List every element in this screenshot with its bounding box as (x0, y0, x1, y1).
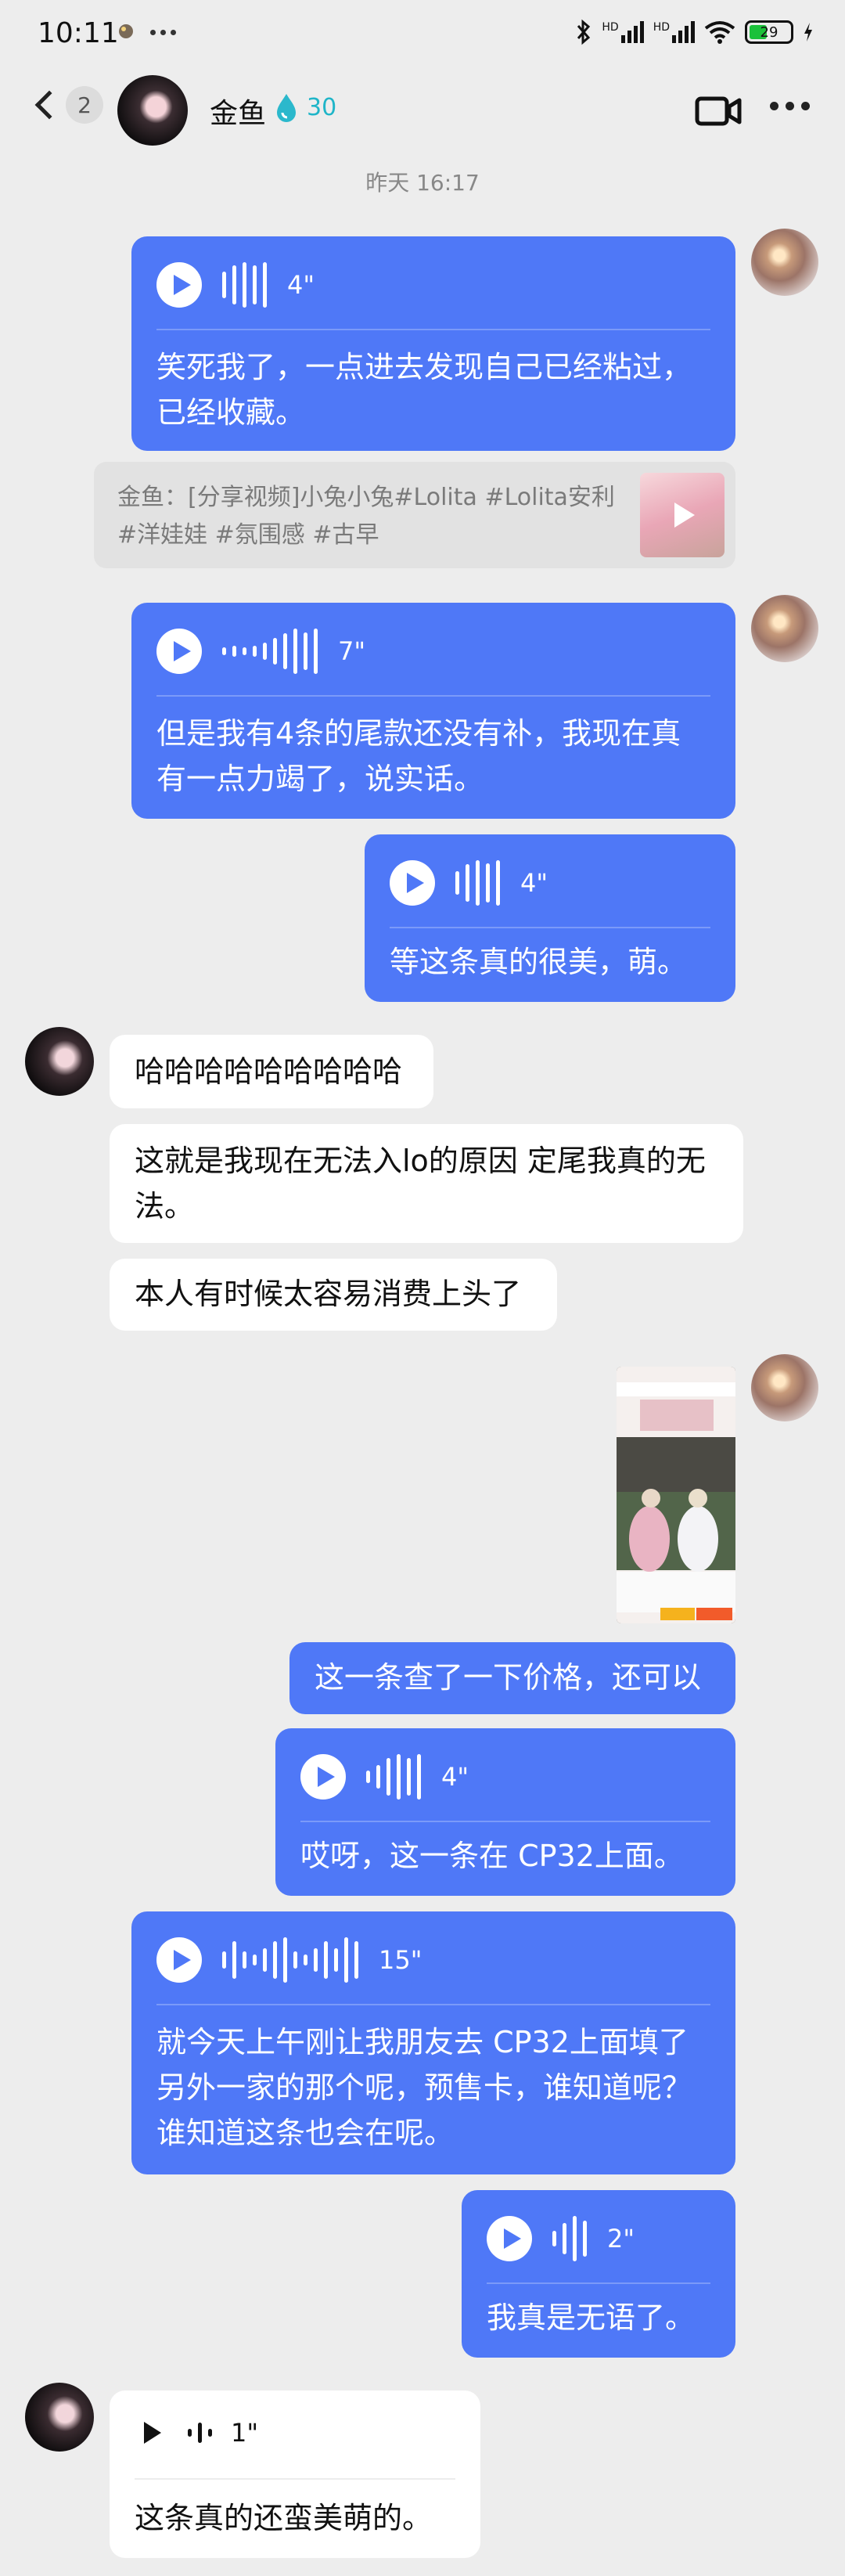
text-message-bubble[interactable]: 哈哈哈哈哈哈哈哈哈 (110, 1035, 433, 1108)
play-icon[interactable] (135, 2416, 169, 2450)
voice-duration: 1" (231, 2418, 259, 2448)
bluetooth-icon (577, 19, 591, 45)
voice-duration: 15" (379, 1945, 422, 1975)
text-message-bubble[interactable]: 这就是我现在无法入lo的原因 定尾我真的无法。 (110, 1124, 743, 1243)
my-avatar[interactable] (751, 1354, 818, 1421)
contact-name[interactable]: 金鱼 (210, 91, 266, 132)
play-icon[interactable] (156, 629, 202, 674)
status-icons: HD HD 29 (575, 19, 814, 45)
play-icon[interactable] (156, 262, 202, 308)
more-dots-icon (150, 30, 176, 35)
voice-transcript: 哎呀，这一条在 CP32上面。 (300, 1839, 684, 1873)
play-icon[interactable] (300, 1754, 346, 1800)
voice-duration: 7" (338, 636, 366, 666)
back-chevron-icon (34, 90, 64, 120)
hd-signal-icon: HD (653, 21, 695, 43)
my-avatar[interactable] (751, 229, 818, 296)
voice-message-bubble[interactable]: 4" 等这条真的很美，萌。 (365, 834, 735, 1002)
voice-transcript: 这条真的还蛮美萌的。 (135, 2501, 433, 2535)
quoted-share-card[interactable]: 金鱼：[分享视频]小兔小兔#Lolita #Lolita安利 #洋娃娃 #氛围感… (94, 462, 735, 568)
hd-signal-icon: HD (602, 21, 644, 43)
wifi-icon (704, 21, 735, 44)
status-time: 10:11 (38, 17, 119, 49)
video-thumbnail[interactable] (640, 473, 725, 557)
voice-waveform (455, 858, 500, 908)
text-message-bubble[interactable]: 本人有时候太容易消费上头了 (110, 1259, 557, 1331)
voice-duration: 4" (287, 270, 315, 300)
quote-text: 金鱼：[分享视频]小兔小兔#Lolita #Lolita安利 #洋娃娃 #氛围感… (117, 484, 615, 549)
charging-icon (804, 23, 812, 41)
voice-waveform (552, 2214, 587, 2264)
voice-message-bubble[interactable]: 15" 就今天上午刚让我朋友去 CP32上面填了另外一家的那个呢，预售卡，谁知道… (131, 1911, 735, 2174)
voice-transcript: 笑死我了，一点进去发现自己已经粘过，已经收藏。 (156, 350, 692, 430)
voice-duration: 4" (441, 1762, 469, 1792)
voice-message-bubble[interactable]: 4" 笑死我了，一点进去发现自己已经粘过，已经收藏。 (131, 236, 735, 451)
voice-transcript: 我真是无语了。 (487, 2300, 696, 2335)
play-icon[interactable] (390, 860, 435, 906)
voice-transcript: 就今天上午刚让我朋友去 CP32上面填了另外一家的那个呢，预售卡，谁知道呢？谁知… (156, 2025, 692, 2150)
more-options-icon[interactable] (770, 102, 810, 110)
video-call-icon[interactable] (695, 94, 742, 128)
water-drop-icon (277, 94, 296, 122)
voice-message-bubble[interactable]: 1" 这条真的还蛮美萌的。 (110, 2390, 480, 2558)
voice-waveform (222, 1935, 358, 1985)
back-button[interactable]: 2 (31, 86, 103, 124)
shared-image[interactable] (617, 1367, 735, 1623)
voice-waveform (222, 626, 318, 676)
play-icon[interactable] (156, 1937, 202, 1983)
contact-message-avatar[interactable] (25, 1027, 94, 1096)
voice-message-bubble[interactable]: 2" 我真是无语了。 (462, 2190, 735, 2358)
voice-waveform (222, 260, 267, 310)
contact-avatar[interactable] (117, 75, 188, 146)
voice-duration: 4" (520, 868, 548, 898)
intimacy-value: 30 (307, 94, 337, 121)
unread-count-badge: 2 (66, 86, 103, 124)
voice-message-bubble[interactable]: 4" 哎呀，这一条在 CP32上面。 (275, 1728, 735, 1896)
my-avatar[interactable] (751, 595, 818, 662)
battery-icon: 29 (745, 20, 793, 44)
voice-message-bubble[interactable]: 7" 但是我有4条的尾款还没有补，我现在真有一点力竭了，说实话。 (131, 603, 735, 819)
message-timestamp: 昨天 16:17 (365, 170, 480, 196)
play-icon[interactable] (487, 2216, 532, 2261)
voice-transcript: 但是我有4条的尾款还没有补，我现在真有一点力竭了，说实话。 (156, 716, 681, 796)
bug-icon (116, 20, 136, 44)
text-message-bubble[interactable]: 这一条查了一下价格，还可以 (289, 1642, 735, 1714)
voice-waveform (366, 1752, 421, 1802)
voice-waveform (188, 2417, 212, 2448)
voice-transcript: 等这条真的很美，萌。 (390, 945, 688, 979)
voice-duration: 2" (607, 2224, 635, 2254)
contact-message-avatar[interactable] (25, 2383, 94, 2452)
